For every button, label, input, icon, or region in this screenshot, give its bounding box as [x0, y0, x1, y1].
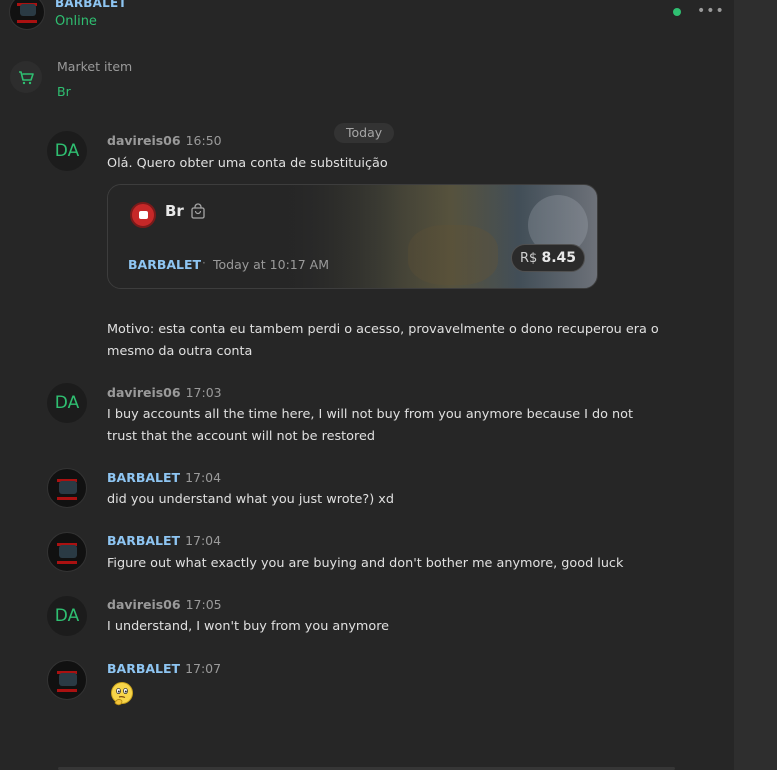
message-header: BARBALET 17:04 [107, 470, 221, 485]
right-sidebar-edge [734, 0, 777, 770]
message-text: I understand, I won't buy from you anymo… [107, 619, 390, 634]
message-text: Motivo: esta conta eu tambem perdi o ace… [107, 322, 659, 359]
seller-avatar[interactable] [9, 0, 45, 30]
message-header: davireis06 17:03 [107, 385, 222, 400]
message-author[interactable]: davireis06 [107, 133, 181, 148]
message-author[interactable]: BARBALET [107, 470, 180, 485]
avatar[interactable]: DA [47, 131, 87, 171]
avatar[interactable] [47, 468, 87, 508]
message-header: BARBALET 17:04 [107, 533, 221, 548]
product-title[interactable]: Br [165, 202, 184, 220]
chat-partner-name[interactable]: BARBALET [55, 0, 127, 10]
shopping-bag-icon[interactable] [190, 203, 206, 219]
message-text: Olá. Quero obter uma conta de substituiç… [107, 156, 388, 171]
message-header: davireis06 17:05 [107, 597, 222, 612]
avatar[interactable]: DA [47, 383, 87, 423]
message-author[interactable]: davireis06 [107, 385, 181, 400]
message-header: davireis06 16:50 [107, 133, 222, 148]
avatar[interactable] [47, 660, 87, 700]
message-header: BARBALET 17:07 [107, 661, 221, 676]
message-time: 17:05 [185, 597, 222, 612]
online-status: Online [55, 14, 97, 29]
card-seller-name[interactable]: BARBALET [128, 257, 201, 272]
message-text: I buy accounts all the time here, I will… [107, 407, 633, 444]
avatar[interactable] [47, 532, 87, 572]
price-currency: R$ [520, 251, 538, 266]
message-time: 17:04 [185, 533, 222, 548]
separator-dot: · [202, 256, 206, 270]
avatar[interactable]: DA [47, 596, 87, 636]
shopping-cart-icon [10, 61, 42, 93]
market-item-link[interactable]: Br [57, 84, 71, 99]
message-time: 17:04 [185, 470, 222, 485]
message-time: 17:07 [185, 661, 222, 676]
price-amount: 8.45 [541, 250, 576, 266]
message-author[interactable]: davireis06 [107, 597, 181, 612]
message-author[interactable]: BARBALET [107, 661, 180, 676]
message-time: 16:50 [185, 133, 222, 148]
card-date: Today at 10:17 AM [213, 257, 329, 272]
online-indicator-icon [673, 8, 681, 16]
market-item-label: Market item [57, 59, 133, 74]
message-time: 17:03 [185, 385, 222, 400]
game-logo-icon [130, 202, 156, 228]
price-badge: R$ 8.45 [511, 244, 585, 272]
more-options-icon[interactable]: ••• [697, 4, 724, 18]
message-text: did you understand what you just wrote?)… [107, 492, 394, 507]
thinking-face-emoji-icon [109, 681, 135, 707]
day-divider: Today [334, 123, 395, 143]
message-text: Figure out what exactly you are buying a… [107, 556, 624, 571]
message-author[interactable]: BARBALET [107, 533, 180, 548]
product-card[interactable]: Br BARBALET · Today at 10:17 AM R$ 8.45 [107, 184, 598, 289]
